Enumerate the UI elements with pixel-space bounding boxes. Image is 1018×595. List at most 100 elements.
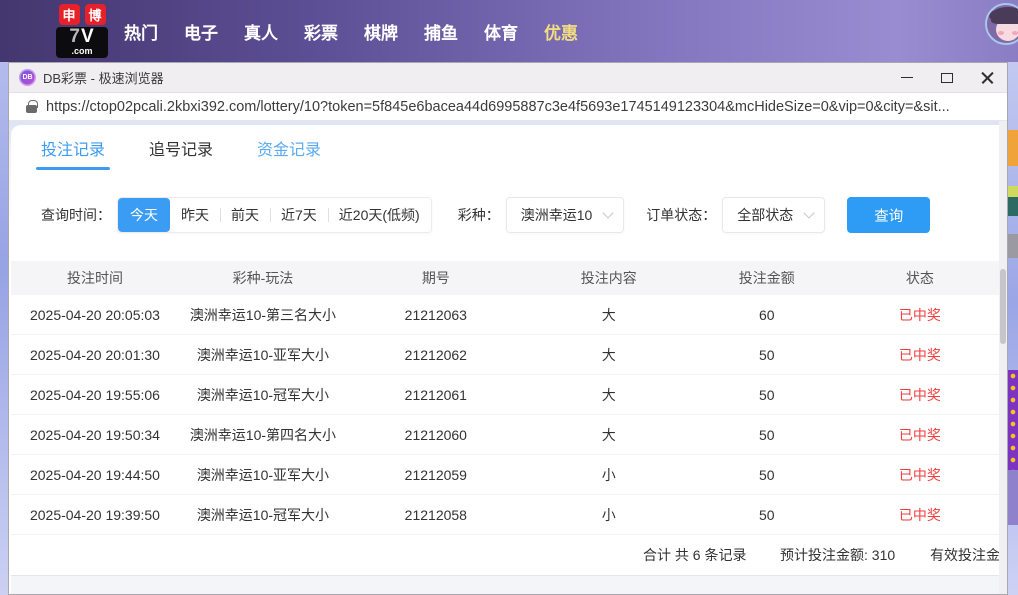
avatar-bun-left	[989, 11, 998, 20]
cell-bet-content: 大	[601, 306, 616, 323]
maximize-icon	[941, 72, 953, 83]
tab-bar: 投注记录 追号记录 资金记录	[11, 125, 999, 171]
close-button[interactable]	[967, 63, 1007, 92]
site-header: 申 博 7V .com 热门 电子 真人 彩票 棋牌 捕鱼 体育 优惠	[0, 0, 1018, 62]
table-row: 2025-04-20 20:01:30 澳洲幸运10-亚军大小 21212062…	[11, 335, 999, 375]
logo-chips: 申 博	[58, 4, 106, 25]
cell-bet-content: 小	[601, 506, 616, 523]
expected-bet-amount-text: 预计投注金额: 310	[780, 547, 896, 563]
cell-issue: 21212060	[404, 426, 467, 443]
time-day-before-button[interactable]: 前天	[220, 198, 270, 232]
scrollbar[interactable]	[999, 121, 1007, 594]
lottery-type-label: 彩种：	[457, 207, 500, 223]
user-avatar[interactable]	[985, 3, 1018, 45]
cell-bet-amount: 50	[758, 426, 775, 443]
query-time-label: 查询时间：	[41, 207, 111, 223]
url-text[interactable]: https://ctop02pcali.2kbxi392.com/lottery…	[46, 99, 950, 115]
cell-bet-time: 2025-04-20 19:55:06	[29, 386, 160, 403]
table-header: 投注时间 彩种-玩法 期号 投注内容 投注金额 状态	[11, 261, 999, 295]
scrollbar-thumb[interactable]	[1000, 269, 1006, 344]
browser-urlbar: https://ctop02pcali.2kbxi392.com/lottery…	[9, 93, 1007, 121]
cell-bet-content: 大	[601, 346, 616, 363]
time-last-20-days-button[interactable]: 近20天(低频)	[327, 198, 431, 232]
nav-item-fishing[interactable]: 捕鱼	[424, 19, 458, 44]
browser-window: DB DB彩票 - 极速浏览器 https://ctop02pcali.2kbx…	[8, 62, 1008, 595]
tab-chase-records[interactable]: 追号记录	[149, 125, 213, 171]
cell-lottery-play: 澳洲幸运10-亚军大小	[196, 346, 330, 363]
cell-lottery-play: 澳洲幸运10-亚军大小	[196, 466, 330, 483]
cell-lottery-play: 澳洲幸运10-第四名大小	[189, 426, 337, 443]
status-badge: 已中奖	[898, 506, 941, 523]
cell-lottery-play: 澳洲幸运10-冠军大小	[196, 386, 330, 403]
time-today-button[interactable]: 今天	[118, 198, 170, 232]
cell-bet-time: 2025-04-20 19:50:34	[29, 426, 160, 443]
table-row: 2025-04-20 19:50:34 澳洲幸运10-第四名大小 2121206…	[11, 415, 999, 455]
background-widget-yellow	[1008, 186, 1018, 197]
site-logo[interactable]: 申 博 7V .com	[56, 4, 108, 58]
avatar-blush-right	[1012, 31, 1018, 35]
nav-item-lottery[interactable]: 彩票	[304, 19, 338, 44]
chevron-down-icon	[602, 207, 614, 219]
cell-bet-amount: 60	[758, 306, 775, 323]
order-status-label: 订单状态：	[646, 207, 717, 223]
time-yesterday-button[interactable]: 昨天	[170, 198, 220, 232]
lottery-select[interactable]: 澳洲幸运10	[505, 197, 625, 233]
order-status-select[interactable]: 全部状态	[722, 197, 826, 233]
cell-lottery-play: 澳洲幸运10-冠军大小	[196, 506, 330, 523]
nav-item-hot[interactable]: 热门	[124, 19, 158, 44]
column-bet-amount: 投注金额	[738, 270, 795, 286]
chevron-down-icon	[803, 207, 815, 219]
site-favicon-icon: DB	[19, 69, 36, 86]
table-row: 2025-04-20 19:44:50 澳洲幸运10-亚军大小 21212059…	[11, 455, 999, 495]
window-controls	[887, 63, 1007, 92]
table-row: 2025-04-20 19:39:50 澳洲幸运10-冠军大小 21212058…	[11, 495, 999, 535]
time-last-7-days-button[interactable]: 近7天	[270, 198, 328, 232]
browser-viewport: 投注记录 追号记录 资金记录 查询时间： 今天 昨天 前天 近7天 近20天(低…	[9, 121, 1007, 594]
site-nav: 热门 电子 真人 彩票 棋牌 捕鱼 体育 优惠	[124, 19, 578, 44]
column-bet-time: 投注时间	[66, 270, 123, 286]
background-widget-light-purple	[1008, 470, 1018, 525]
cell-lottery-play: 澳洲幸运10-第三名大小	[189, 306, 337, 323]
nav-item-promotions[interactable]: 优惠	[544, 19, 578, 44]
tab-fund-records[interactable]: 资金记录	[257, 125, 321, 171]
order-status-value: 全部状态	[737, 207, 794, 223]
table-row: 2025-04-20 20:05:03 澳洲幸运10-第三名大小 2121206…	[11, 295, 999, 335]
cell-bet-content: 大	[601, 386, 616, 403]
background-widget-purple-dots	[1008, 370, 1018, 470]
table-row: 2025-04-20 19:55:06 澳洲幸运10-冠军大小 21212061…	[11, 375, 999, 415]
cell-bet-amount: 50	[758, 386, 775, 403]
background-widget-gray	[1008, 234, 1018, 258]
logo-chip-bo: 博	[84, 4, 106, 25]
cell-bet-amount: 50	[758, 466, 775, 483]
status-badge: 已中奖	[898, 346, 941, 363]
status-badge: 已中奖	[898, 426, 941, 443]
filter-bar: 查询时间： 今天 昨天 前天 近7天 近20天(低频) 彩种： 澳洲幸运10 订…	[11, 197, 999, 233]
nav-item-sports[interactable]: 体育	[484, 19, 518, 44]
cell-issue: 21212058	[404, 506, 467, 523]
nav-item-live[interactable]: 真人	[244, 19, 278, 44]
status-badge: 已中奖	[898, 386, 941, 403]
search-button[interactable]: 查询	[847, 197, 931, 233]
cell-issue: 21212061	[404, 386, 467, 403]
tab-bet-records[interactable]: 投注记录	[35, 125, 111, 171]
logo-chip-shen: 申	[58, 4, 80, 25]
total-records-text: 合计 共 6 条记录	[643, 547, 747, 563]
bottom-strip	[11, 576, 999, 594]
nav-item-slots[interactable]: 电子	[184, 19, 218, 44]
maximize-button[interactable]	[927, 63, 967, 92]
records-panel: 投注记录 追号记录 资金记录 查询时间： 今天 昨天 前天 近7天 近20天(低…	[11, 125, 999, 594]
table-summary: 合计 共 6 条记录 预计投注金额: 310 有效投注金额	[11, 535, 999, 576]
valid-bet-amount-text: 有效投注金额	[930, 547, 999, 563]
browser-titlebar[interactable]: DB DB彩票 - 极速浏览器	[9, 63, 1007, 93]
screen: 申 博 7V .com 热门 电子 真人 彩票 棋牌 捕鱼 体育 优惠 DB D…	[0, 0, 1018, 595]
column-issue: 期号	[421, 270, 450, 286]
cell-bet-time: 2025-04-20 20:01:30	[29, 346, 160, 363]
minimize-button[interactable]	[887, 63, 927, 92]
page-background-right	[1008, 62, 1018, 595]
cell-issue: 21212062	[404, 346, 467, 363]
window-title: DB彩票 - 极速浏览器	[43, 71, 164, 86]
nav-item-board-games[interactable]: 棋牌	[364, 19, 398, 44]
lottery-select-value: 澳洲幸运10	[520, 207, 593, 223]
lock-icon[interactable]	[26, 99, 38, 113]
cell-issue: 21212059	[404, 466, 467, 483]
